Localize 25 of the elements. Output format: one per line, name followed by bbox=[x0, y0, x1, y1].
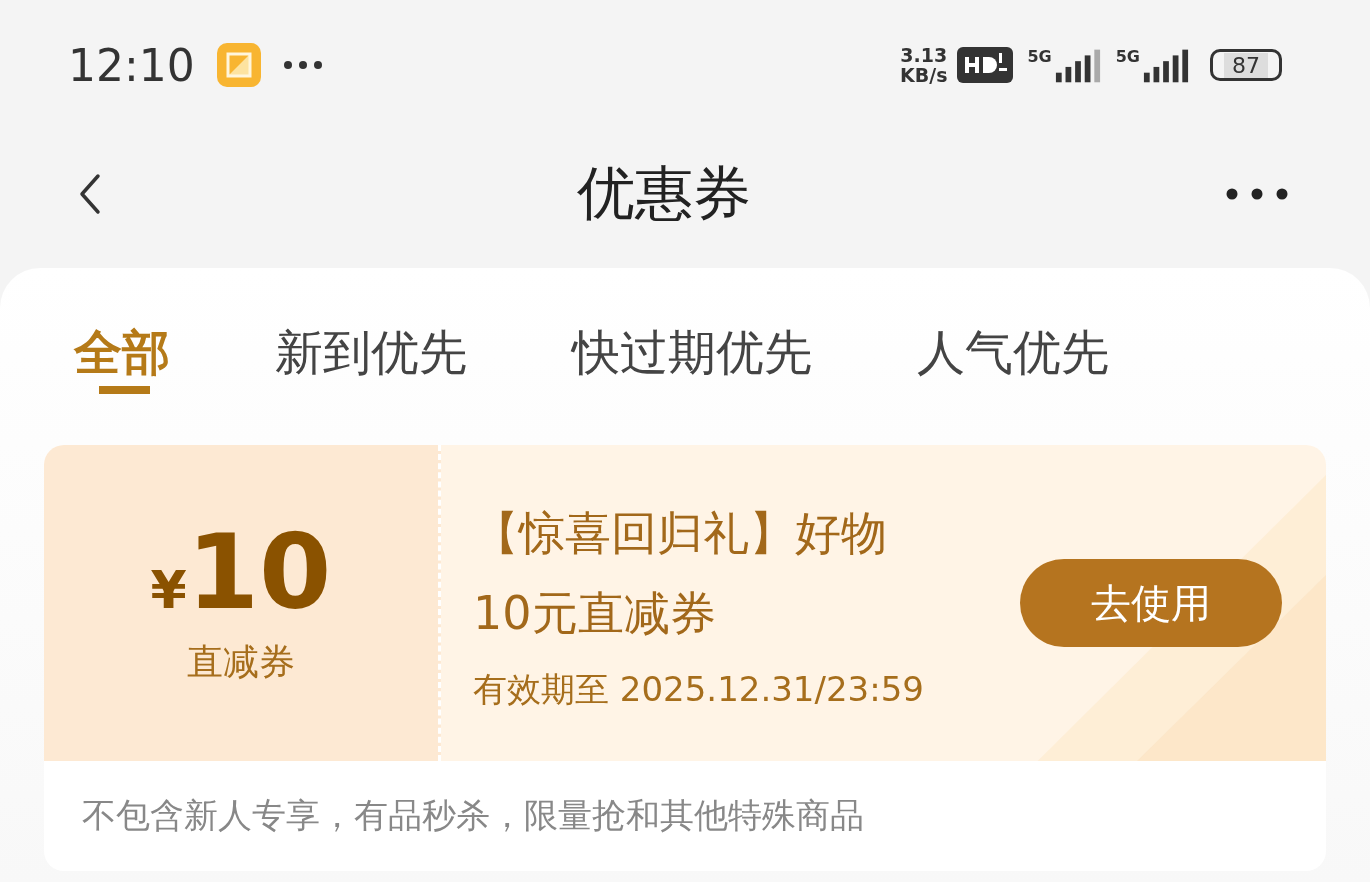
app-icon bbox=[216, 43, 261, 87]
use-button[interactable]: 去使用 bbox=[1020, 559, 1282, 647]
filter-tab[interactable]: 全部 bbox=[74, 318, 170, 394]
filter-tab[interactable]: 快过期优先 bbox=[572, 318, 812, 394]
coupon-subtitle: 10元直减券 bbox=[473, 585, 717, 642]
page-title: 优惠券 bbox=[577, 158, 751, 229]
currency-symbol: ¥ bbox=[150, 559, 187, 620]
network-type: 5G bbox=[1115, 47, 1140, 66]
filter-tab[interactable]: 人气优先 bbox=[917, 318, 1109, 394]
more-icon[interactable] bbox=[1226, 188, 1288, 200]
coupon-type: 直减券 bbox=[187, 639, 295, 684]
filter-tab[interactable]: 新到优先 bbox=[275, 318, 467, 394]
signal-icon bbox=[1142, 47, 1190, 83]
coupon-title: 【惊喜回归礼】好物 bbox=[473, 505, 888, 562]
status-time: 12:10 bbox=[68, 39, 195, 91]
coupon-note: 不包含新人专享，有品秒杀，限量抢和其他特殊商品 bbox=[81, 794, 865, 837]
hd-voice-icon bbox=[957, 47, 1014, 83]
more-notifications-icon bbox=[282, 60, 323, 70]
coupon-amount: 10 bbox=[186, 519, 332, 624]
validity-date: 有效期至 2025.12.31/23:59 bbox=[473, 668, 924, 711]
battery-icon: 87 bbox=[1210, 49, 1282, 81]
back-icon[interactable] bbox=[78, 172, 102, 216]
network-type: 5G bbox=[1027, 47, 1052, 66]
signal-icon bbox=[1053, 47, 1102, 83]
network-speed: 3.13 KB/s bbox=[900, 45, 948, 85]
